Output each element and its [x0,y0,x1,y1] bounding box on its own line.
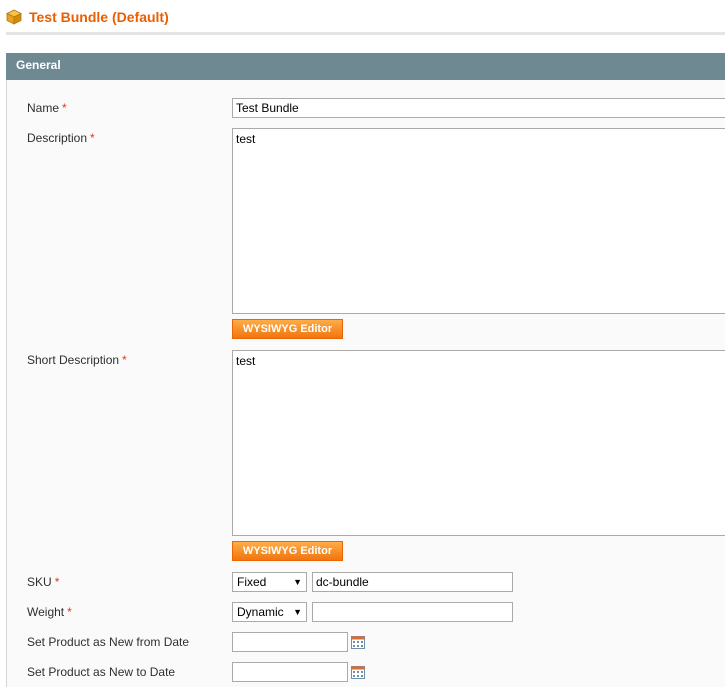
dropdown-arrow-icon: ▼ [293,577,302,587]
short-description-textarea[interactable]: test [232,350,725,536]
weight-type-select[interactable]: Dynamic ▼ [232,602,307,622]
weight-label: Weight * [27,605,72,619]
fieldset-title: General [16,58,61,72]
required-mark: * [62,101,67,115]
sku-label: SKU * [27,575,60,589]
required-mark: * [67,605,72,619]
news-to-date-input[interactable] [232,662,348,682]
description-textarea[interactable]: test [232,128,725,314]
calendar-icon[interactable] [351,636,365,649]
sku-type-value: Fixed [237,575,267,589]
calendar-icon[interactable] [351,666,365,679]
name-input[interactable]: Test Bundle [232,98,725,118]
name-label: Name * [27,101,67,115]
short-description-wysiwyg-button[interactable]: WYSIWYG Editor [232,541,343,561]
header-divider [6,32,725,35]
page-header: Test Bundle (Default) [0,0,725,36]
page-title: Test Bundle (Default) [29,9,169,25]
sku-type-select[interactable]: Fixed ▼ [232,572,307,592]
news-from-date-label: Set Product as New from Date [27,635,190,649]
required-mark: * [54,575,60,589]
required-mark: * [122,353,127,367]
news-from-date-input[interactable] [232,632,348,652]
sku-input[interactable]: dc-bundle [312,572,513,592]
weight-type-value: Dynamic [237,605,284,619]
weight-input[interactable] [312,602,513,622]
short-description-label: Short Description * [27,353,127,367]
required-mark: * [90,131,95,145]
description-wysiwyg-button[interactable]: WYSIWYG Editor [232,319,343,339]
news-to-date-label: Set Product as New to Date [27,665,176,679]
fieldset-header [6,53,725,80]
dropdown-arrow-icon: ▼ [293,607,302,617]
product-box-icon [6,9,22,25]
description-label: Description * [27,131,95,145]
